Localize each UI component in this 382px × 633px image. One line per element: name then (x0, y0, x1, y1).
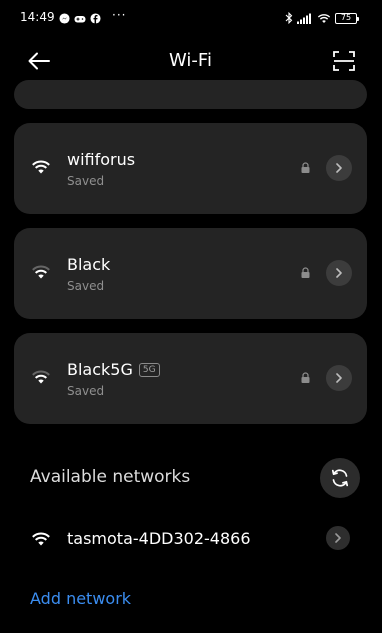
page-title: Wi-Fi (169, 50, 212, 71)
facebook-icon (90, 13, 101, 24)
chevron-right-icon (335, 533, 341, 543)
saved-network-card[interactable]: wififorus Saved (14, 123, 367, 214)
network-name-text: Black (67, 255, 111, 274)
wifi-status-icon (317, 13, 331, 23)
chevron-right-icon (336, 268, 342, 278)
band-badge: 5G (138, 362, 160, 377)
network-status: Saved (67, 174, 105, 188)
available-network-row[interactable]: tasmota-4DD302-4866 (2, 518, 379, 560)
lock-icon (301, 372, 310, 383)
network-details-button[interactable] (326, 155, 352, 181)
wifi-signal-strong-icon (32, 532, 50, 546)
network-name-text: tasmota-4DD302-4866 (67, 529, 251, 548)
chevron-right-icon (336, 163, 342, 173)
wifi-settings-screen: 14:49 ··· 75 Wi-Fi wififorus Saved Black… (2, 0, 379, 633)
bluetooth-icon (285, 12, 293, 24)
network-details-button[interactable] (326, 365, 352, 391)
more-notifications-indicator: ··· (112, 8, 127, 22)
network-details-button[interactable] (326, 260, 352, 286)
network-name: wififorus (67, 150, 135, 169)
messenger-icon (59, 13, 70, 24)
saved-network-card[interactable]: Black Saved (14, 228, 367, 319)
add-network-link[interactable]: Add network (30, 589, 131, 608)
refresh-icon (331, 469, 349, 487)
lock-icon (301, 162, 310, 173)
battery-icon: 75 (335, 12, 359, 24)
wifi-signal-medium-icon (32, 265, 50, 279)
saved-network-card[interactable]: Black5G 5G Saved (14, 333, 367, 424)
network-name-text: wififorus (67, 150, 136, 169)
network-name: Black (67, 255, 110, 274)
network-name: tasmota-4DD302-4866 (67, 529, 251, 548)
game-controller-icon (74, 15, 86, 22)
network-card-partial (14, 80, 367, 109)
wifi-signal-strong-icon (32, 160, 50, 174)
network-name-text: Black5G (67, 360, 133, 379)
wifi-signal-medium-icon (32, 370, 50, 384)
network-status: Saved (67, 279, 105, 293)
lock-icon (301, 267, 310, 278)
chevron-right-icon (336, 373, 342, 383)
available-networks-title: Available networks (30, 467, 191, 487)
qr-scan-icon[interactable] (333, 50, 355, 72)
notification-icons (59, 13, 101, 24)
network-status: Saved (67, 384, 105, 398)
refresh-button[interactable] (320, 458, 360, 498)
status-bar: 14:49 ··· 75 (2, 0, 379, 36)
cellular-signal-icon (297, 13, 311, 24)
network-name: Black5G 5G (67, 360, 160, 379)
network-details-button[interactable] (326, 526, 350, 550)
status-time: 14:49 (20, 10, 55, 24)
battery-level: 75 (340, 13, 352, 22)
header: Wi-Fi (2, 40, 379, 82)
system-status-icons: 75 (285, 12, 359, 24)
